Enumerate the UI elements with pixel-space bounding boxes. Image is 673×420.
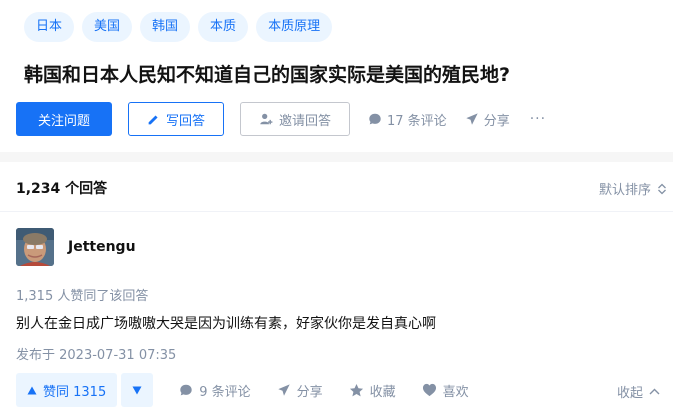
share-plane-icon bbox=[277, 383, 291, 397]
question-title[interactable]: 韩国和日本人民知不知道自己的国家实际是美国的殖民地? bbox=[24, 60, 664, 90]
collapse-label: 收起 bbox=[616, 386, 643, 401]
heart-icon bbox=[422, 383, 437, 397]
chevron-up-icon bbox=[649, 388, 660, 395]
upvote-button[interactable]: 赞同 1315 bbox=[16, 373, 118, 407]
author-name[interactable]: Jettengu bbox=[68, 239, 136, 255]
publish-time[interactable]: 发布于 2023-07-31 07:35 bbox=[16, 344, 176, 363]
triangle-down-icon bbox=[132, 386, 142, 395]
answers-header: 1,234 个回答 默认排序 bbox=[0, 162, 673, 212]
answer-content: 别人在金日成广场嗷嗷大哭是因为训练有素，好家伙你是发自真心啊 bbox=[16, 316, 436, 332]
collect-label: 收藏 bbox=[369, 384, 396, 400]
section-divider bbox=[0, 152, 673, 162]
collect-button[interactable]: 收藏 bbox=[349, 381, 396, 400]
question-share-button[interactable]: 分享 bbox=[465, 110, 510, 129]
answer-comments-label: 9 条评论 bbox=[199, 384, 251, 400]
topic-tag[interactable]: 韩国 bbox=[140, 12, 191, 42]
upvote-label: 赞同 1315 bbox=[43, 384, 107, 400]
share-plane-icon bbox=[465, 112, 479, 126]
question-share-label: 分享 bbox=[483, 113, 510, 129]
sort-label: 默认排序 bbox=[598, 183, 651, 198]
sort-chevrons-icon bbox=[657, 183, 667, 195]
topic-tag[interactable]: 美国 bbox=[82, 12, 133, 42]
write-answer-label: 写回答 bbox=[165, 113, 205, 129]
triangle-up-icon bbox=[27, 386, 37, 395]
topic-tag[interactable]: 本质 bbox=[198, 12, 249, 42]
question-comments-button[interactable]: 17 条评论 bbox=[368, 110, 447, 129]
question-card: 日本 美国 韩国 本质 本质原理 韩国和日本人民知不知道自己的国家实际是美国的殖… bbox=[0, 0, 673, 152]
topic-tags: 日本 美国 韩国 本质 本质原理 bbox=[24, 12, 333, 42]
invite-answer-label: 邀请回答 bbox=[278, 113, 331, 129]
avatar[interactable] bbox=[16, 228, 54, 266]
more-options-button[interactable]: ··· bbox=[530, 111, 546, 127]
sort-dropdown[interactable]: 默认排序 bbox=[599, 179, 667, 198]
topic-tag[interactable]: 本质原理 bbox=[256, 12, 333, 42]
answer-count: 1,234 个回答 bbox=[16, 181, 108, 197]
like-label: 喜欢 bbox=[442, 384, 469, 400]
comment-bubble-icon bbox=[368, 112, 382, 126]
question-comments-label: 17 条评论 bbox=[387, 113, 447, 129]
invite-user-icon bbox=[259, 112, 273, 126]
voters-summary: 1,315 人赞同了该回答 bbox=[16, 289, 149, 304]
comment-bubble-icon bbox=[179, 383, 193, 397]
star-icon bbox=[349, 383, 364, 398]
like-button[interactable]: 喜欢 bbox=[422, 381, 469, 400]
follow-question-button[interactable]: 关注问题 bbox=[16, 102, 112, 136]
downvote-button[interactable] bbox=[121, 373, 154, 407]
pencil-icon bbox=[147, 113, 160, 126]
topic-tag[interactable]: 日本 bbox=[24, 12, 75, 42]
invite-answer-button[interactable]: 邀请回答 bbox=[240, 102, 350, 136]
question-actions: 关注问题 写回答 邀请回答 17 条评论 分享 ··· bbox=[16, 102, 546, 136]
answer-share-button[interactable]: 分享 bbox=[277, 381, 323, 400]
answer-author: Jettengu bbox=[16, 228, 136, 266]
write-answer-button[interactable]: 写回答 bbox=[128, 102, 224, 136]
collapse-button[interactable]: 收起 bbox=[617, 382, 660, 401]
answer-comments-button[interactable]: 9 条评论 bbox=[179, 381, 251, 400]
answer-share-label: 分享 bbox=[296, 384, 323, 400]
answer-actions: 赞同 1315 9 条评论 分享 收藏 喜欢 收起 bbox=[16, 373, 666, 407]
